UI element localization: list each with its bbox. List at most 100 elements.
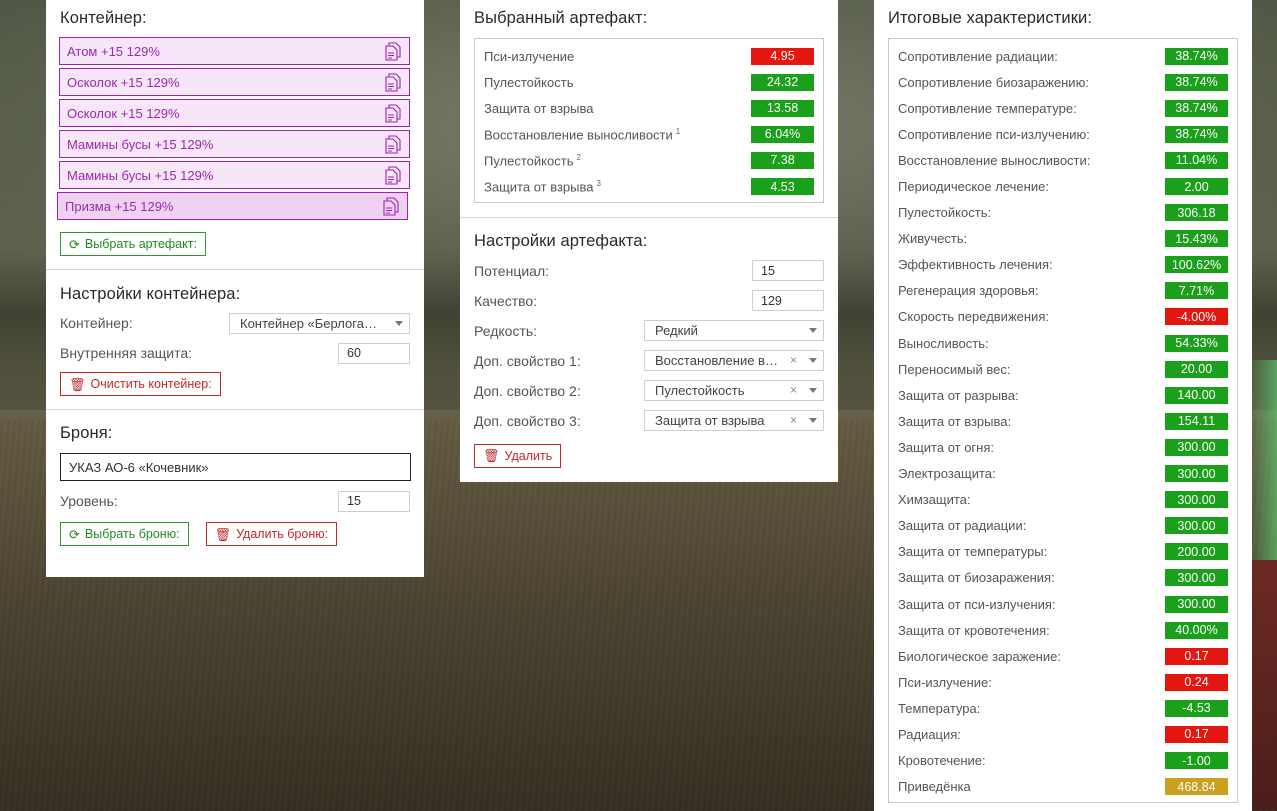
stat-row: Эффективность лечения: 100.62% [898,252,1228,278]
copy-icon[interactable] [385,42,401,61]
select-artifact-label: Выбрать артефакт: [84,237,197,251]
stat-value-badge: 40.00% [1165,621,1228,639]
container-items: Атом +15 129% Осколок +15 129% Осколок +… [57,37,410,220]
stat-label: Защита от взрыва: [898,414,1011,429]
extra2-value: Пулестойкость [655,383,745,399]
chevron-down-icon [809,358,817,364]
stat-value-badge: -4.53 [1165,699,1228,717]
extra2-label: Доп. свойство 2: [474,382,581,399]
container-item-label: Осколок +15 129% [67,74,180,90]
stat-label-text: Защита от пси-излучения: [898,596,1056,612]
stat-label-text: Электрозащита: [898,466,996,482]
stat-value-badge: 38.74% [1165,73,1228,91]
stat-row: Пулестойкость: 306.18 [898,200,1228,226]
stat-label-text: Температура: [898,700,981,716]
armor-level-label: Уровень: [60,493,118,509]
copy-icon[interactable] [385,135,401,154]
stat-row: Сопротивление температуре: 38.74% [898,95,1228,121]
trash-icon: 🗑 [214,526,232,542]
armor-name-field[interactable]: УКАЗ АО-6 «Кочевник» [60,453,411,481]
copy-icon[interactable] [385,73,401,92]
stat-label: Сопротивление радиации: [898,49,1058,64]
container-type-select[interactable]: Контейнер «Берлога… [229,312,410,334]
stat-label-text: Пулестойкость [484,153,574,169]
clear-container-button[interactable]: 🗑 Очистить контейнер: [60,372,221,396]
select-artifact-button[interactable]: ⟳ Выбрать артефакт: [60,232,206,256]
stat-label-text: Приведёнка [898,779,971,795]
stat-row: Переносимый вес: 20.00 [898,356,1228,382]
delete-armor-button[interactable]: 🗑 Удалить броню: [205,522,338,546]
stat-label-text: Скорость передвижения: [898,309,1049,325]
clear-icon[interactable]: × [790,413,797,427]
container-item[interactable]: Мамины бусы +15 129% [59,130,410,158]
stat-value-badge: 306.18 [1165,204,1228,222]
stat-value-badge: 38.74% [1165,99,1228,117]
stat-label: Защита от взрыва [484,101,593,116]
rarity-label: Редкость: [474,322,538,339]
quality-input[interactable] [752,290,824,312]
delete-artifact-button[interactable]: 🗑 Удалить [474,443,562,468]
right-panel: Итоговые характеристики: Сопротивление р… [874,0,1252,811]
container-settings-section: Настройки контейнера: Контейнер: Контейн… [46,269,424,409]
stat-row: Восстановление выносливости 1 6.04% [484,121,814,147]
stat-label-text: Защита от температуры: [898,544,1048,560]
middle-panel: Выбранный артефакт: Пси-излучение 4.95 Пул… [460,0,838,482]
stat-label-text: Сопротивление радиации: [898,48,1058,64]
container-item-selected[interactable]: Призма +15 129% [57,192,408,220]
armor-name: УКАЗ АО-6 «Кочевник» [69,459,209,475]
container-type-value: Контейнер «Берлога… [240,315,377,331]
copy-icon[interactable] [385,104,401,123]
totals-title: Итоговые характеристики: [888,9,1093,27]
extra3-select[interactable]: Защита от взрыва × [644,410,824,432]
stat-value-badge: 300.00 [1165,517,1228,535]
clear-icon[interactable]: × [790,383,797,397]
stat-label: Выносливость: [898,336,989,351]
stat-label-text: Сопротивление пси-излучению: [898,126,1090,142]
container-item[interactable]: Осколок +15 129% [59,99,410,127]
stat-value-badge: 38.74% [1165,47,1228,65]
container-item[interactable]: Атом +15 129% [59,37,410,65]
potential-input[interactable] [752,260,824,282]
stat-label-text: Защита от радиации: [898,518,1027,534]
stat-row: Пси-излучение 4.95 [484,43,814,69]
container-item-label: Мамины бусы +15 129% [67,136,214,152]
copy-icon[interactable] [383,197,399,216]
rarity-select[interactable]: Редкий [644,320,824,342]
copy-icon[interactable] [385,166,401,185]
select-armor-button[interactable]: ⟳ Выбрать броню: [60,522,189,546]
totals-stats: Сопротивление радиации: 38.74% Сопротивлен… [888,38,1238,803]
stat-label: Периодическое лечение: [898,179,1049,194]
stat-row: Пси-излучение: 0.24 [898,669,1228,695]
stat-value-badge: 24.32 [751,73,814,91]
stat-label: Защита от температуры: [898,544,1047,559]
stat-value-badge: 15.43% [1165,230,1228,248]
extra1-select[interactable]: Восстановление в… × [644,350,824,372]
extra2-select[interactable]: Пулестойкость × [644,380,824,402]
clear-icon[interactable]: × [790,353,797,367]
stat-label-text: Восстановление выносливости [484,126,673,142]
stat-row: Температура: -4.53 [898,695,1228,721]
stat-row: Защита от взрыва 13.58 [484,95,814,121]
container-type-label: Контейнер: [60,315,133,331]
container-section: Контейнер: Атом +15 129% Осколок +15 129… [46,0,424,269]
container-item[interactable]: Мамины бусы +15 129% [59,161,410,189]
stat-value-badge: 300.00 [1165,438,1228,456]
inner-protection-input[interactable] [338,342,410,364]
container-item[interactable]: Осколок +15 129% [59,68,410,96]
stat-label-text: Защита от взрыва: [898,413,1012,429]
stat-label: Защита от взрыва 3 [484,179,601,194]
selected-artifact-section: Выбранный артефакт: Пси-излучение 4.95 Пул… [460,0,838,217]
stat-label: Температура: [898,701,980,716]
refresh-icon: ⟳ [69,236,80,252]
stat-row: Защита от взрыва: 154.11 [898,408,1228,434]
stat-row: Сопротивление биозаражению: 38.74% [898,69,1228,95]
clear-container-label: Очистить контейнер: [90,377,212,391]
stat-label: Регенерация здоровья: [898,283,1039,298]
stat-label-text: Биологическое заражение: [898,648,1061,664]
stat-value-badge: 38.74% [1165,125,1228,143]
armor-level-input[interactable] [338,490,410,512]
delete-artifact-label: Удалить [504,448,553,463]
trash-icon: 🗑 [69,376,86,392]
extra3-label: Доп. свойство 3: [474,412,581,429]
stat-label: Электрозащита: [898,466,996,481]
